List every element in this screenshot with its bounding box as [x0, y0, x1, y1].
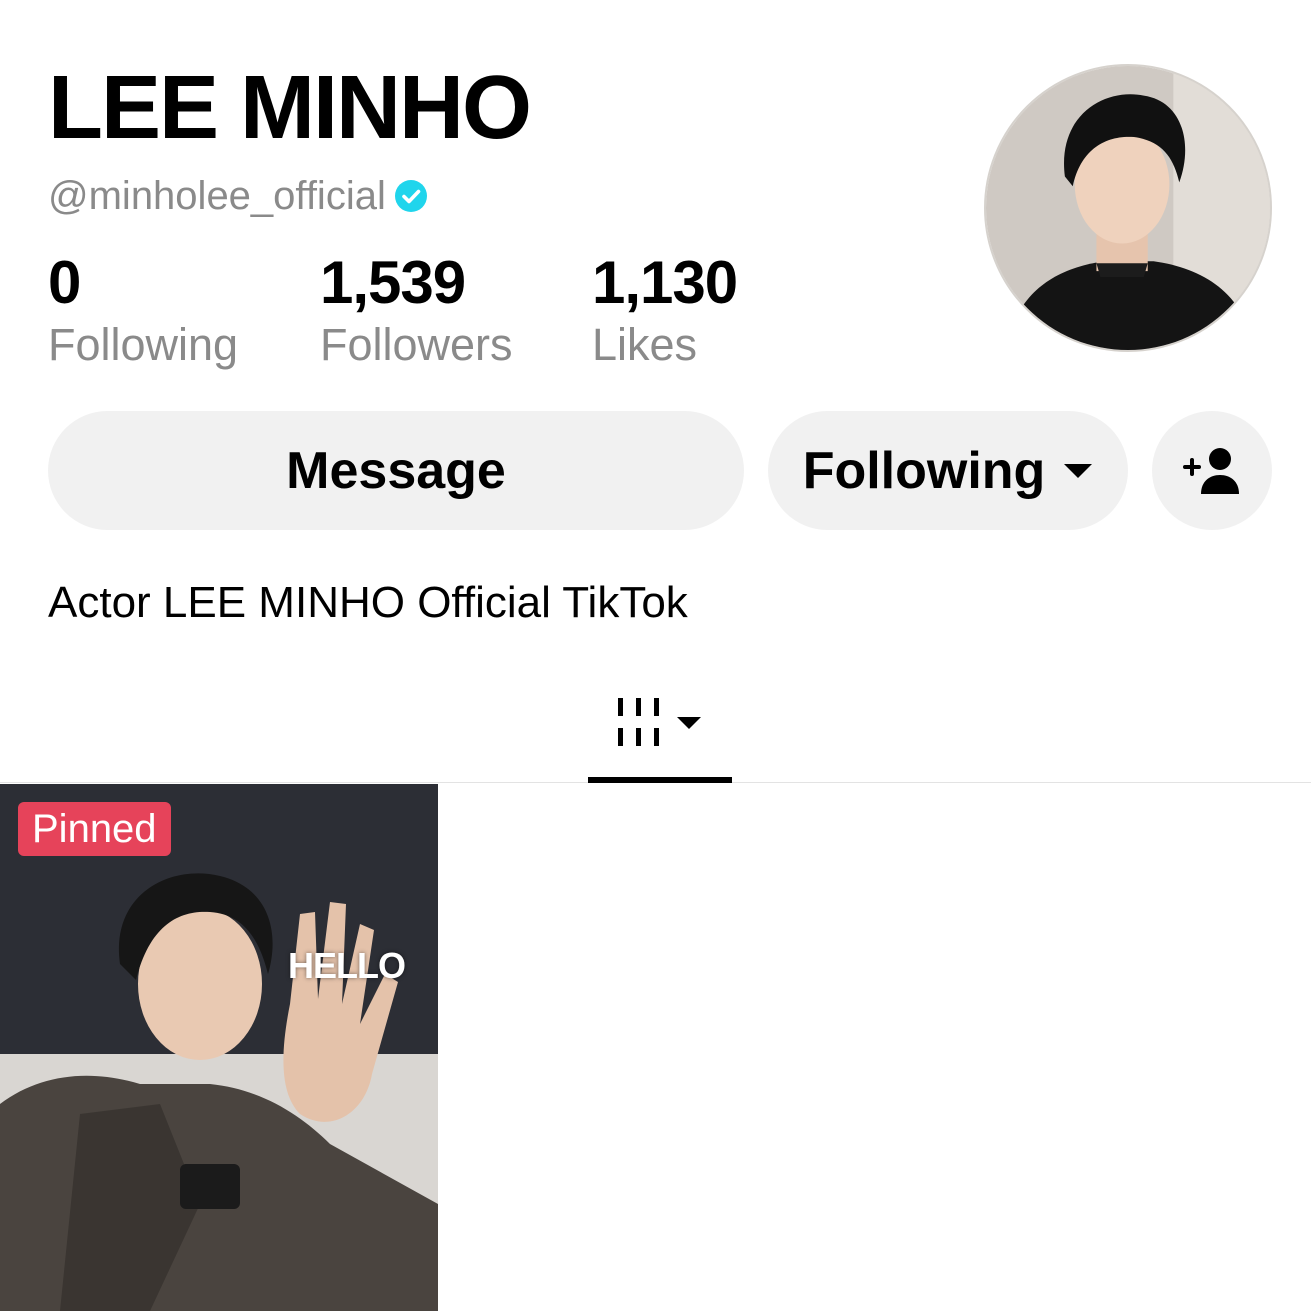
message-button-label: Message — [286, 441, 506, 500]
profile-handle-row: @minholee_official — [48, 172, 428, 220]
following-dropdown-button[interactable]: Following — [768, 411, 1128, 530]
likes-label: Likes — [592, 319, 698, 370]
video-overlay-text: HELLO — [288, 945, 406, 986]
followers-count: 1,539 — [320, 249, 466, 316]
followers-label: Followers — [320, 319, 513, 370]
video-thumbnail[interactable]: Pinned — [0, 784, 438, 1311]
stat-following[interactable]: 0 Following — [48, 250, 238, 372]
following-count: 0 — [48, 249, 81, 316]
profile-display-name: LEE MINHO — [48, 58, 532, 158]
verified-badge-icon — [394, 180, 427, 212]
video-thumbnail-image — [0, 784, 438, 1311]
following-button-label: Following — [802, 441, 1046, 500]
video-grid-icon — [618, 698, 701, 746]
avatar-portrait-image — [986, 66, 1270, 350]
profile-avatar[interactable] — [984, 64, 1272, 352]
profile-handle: @minholee_official — [48, 174, 386, 218]
active-tab-indicator — [588, 777, 732, 783]
likes-count: 1,130 — [592, 249, 738, 316]
add-user-icon — [1183, 447, 1239, 494]
profile-page: LEE MINHO @minholee_official 0 Following… — [0, 0, 1311, 1311]
tab-videos[interactable] — [588, 690, 732, 783]
stat-likes: 1,130 Likes — [592, 249, 738, 372]
following-label: Following — [48, 319, 239, 370]
profile-bio: Actor LEE MINHO Official TikTok — [48, 578, 688, 627]
chevron-down-icon — [677, 717, 701, 729]
add-friend-button[interactable] — [1152, 411, 1272, 530]
stat-followers[interactable]: 1,539 Followers — [320, 250, 513, 372]
message-button[interactable]: Message — [48, 411, 744, 530]
chevron-down-icon — [1064, 463, 1093, 478]
content-tabs — [0, 690, 1311, 783]
pinned-badge: Pinned — [18, 802, 171, 856]
